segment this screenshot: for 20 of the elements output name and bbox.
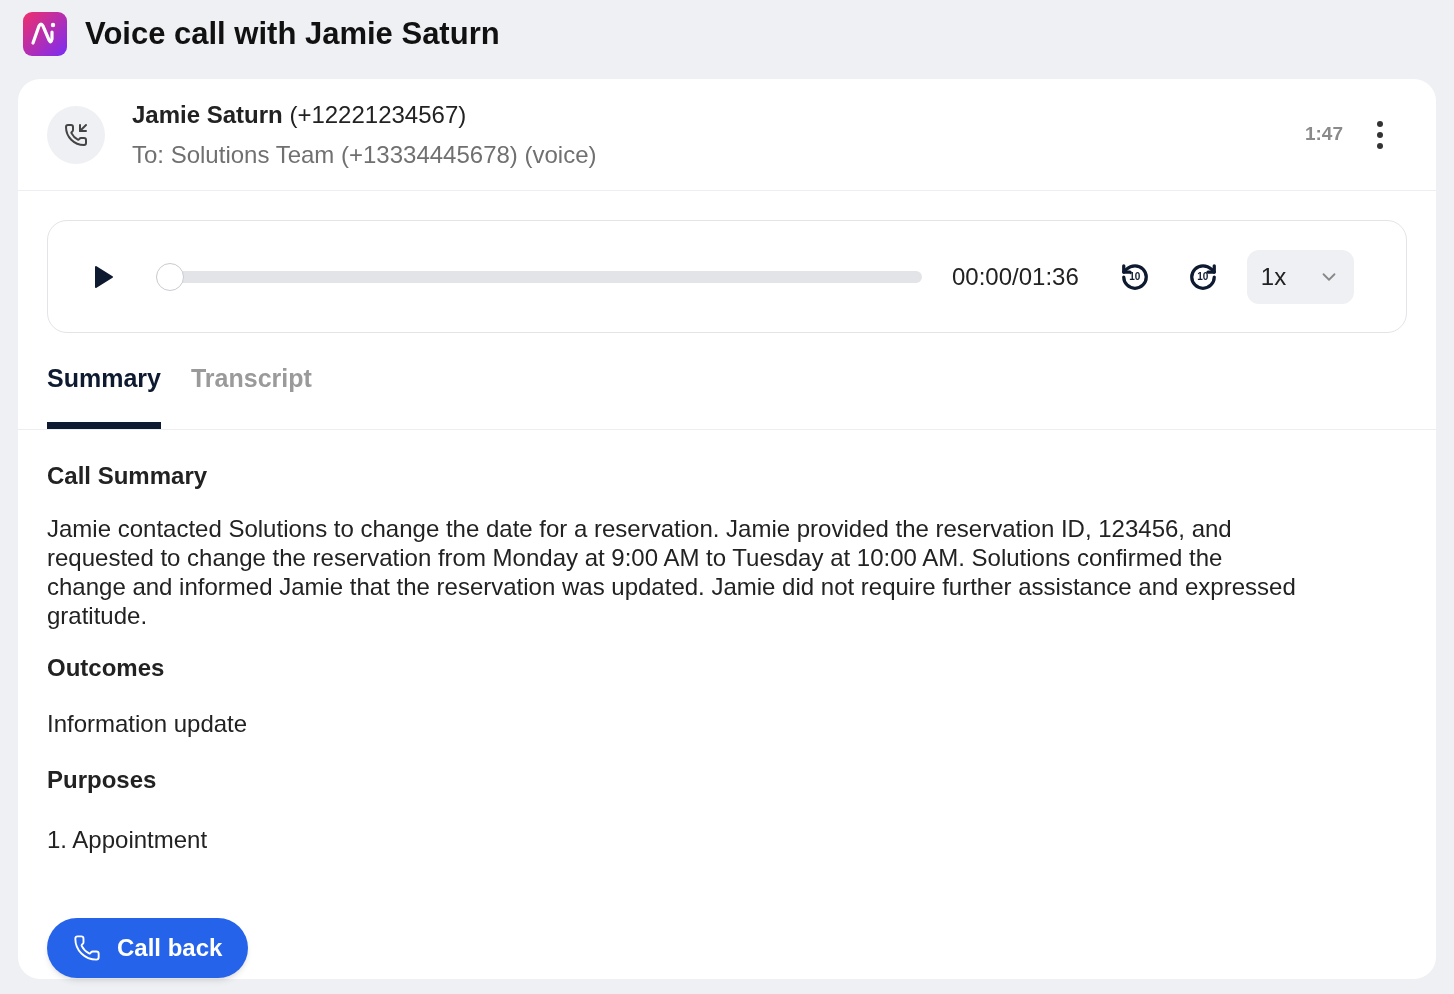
recipient-line: To: Solutions Team (+13334445678) (voice) — [132, 139, 597, 170]
playback-time: 00:00/01:36 — [952, 261, 1079, 292]
caller-line: Jamie Saturn (+12221234567) — [132, 99, 468, 130]
outcome-text: Information update — [47, 708, 249, 739]
section-heading: Purposes — [47, 764, 158, 795]
app-logo-icon — [23, 12, 67, 56]
speed-dropdown[interactable]: 1x — [1246, 249, 1354, 304]
call-back-button[interactable]: Call back — [47, 917, 249, 978]
forward-button[interactable]: 10 — [1186, 260, 1219, 293]
progress-thumb[interactable] — [156, 262, 184, 291]
rewind-button[interactable]: 10 — [1118, 260, 1151, 293]
purpose-text: 1. Appointment — [47, 824, 209, 855]
page-title: Voice call with Jamie Saturn — [85, 14, 500, 53]
call-duration: 1:47 — [1304, 122, 1343, 147]
phone-icon — [73, 933, 101, 962]
tab[interactable]: Summary — [47, 360, 161, 429]
play-button[interactable] — [92, 264, 116, 289]
summary-paragraph: Jamie contacted Solutions to change the date for a reservation. Jamie provided the reservation ID, 123456, and requested to change the reservation from Monday at 9:00 AM to Tuesday at 10:00 AM. Solutions confirmed the change and informed Jamie that the reservation was updated. Jamie did not require further assistance and expressed gratitude. — [47, 513, 1297, 630]
section-heading: Outcomes — [47, 652, 166, 683]
section-heading: Call Summary — [47, 460, 209, 491]
